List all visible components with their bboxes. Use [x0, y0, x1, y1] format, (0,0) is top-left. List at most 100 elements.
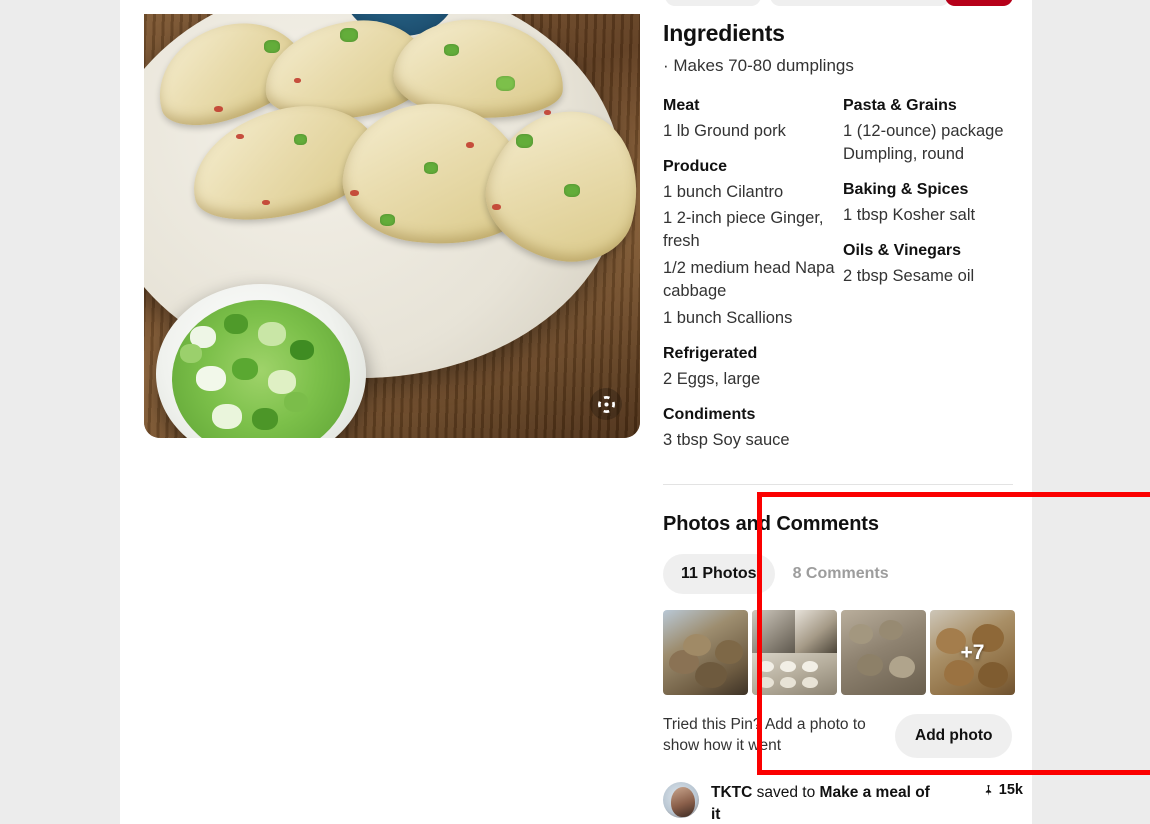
ingredients-section: Ingredients · Makes 70-80 dumplings Meat… — [663, 20, 1013, 452]
photos-and-comments-section: Photos and Comments 11 Photos 8 Comments — [663, 513, 1023, 758]
visual-search-icon[interactable] — [590, 388, 622, 420]
scallion-piece — [290, 340, 314, 360]
food-shape — [802, 660, 818, 672]
add-photo-cta: Tried this Pin? Add a photo to show how … — [663, 714, 1023, 758]
chili-flake — [294, 78, 301, 83]
photo-thumbnail-4[interactable]: +7 — [930, 610, 1015, 695]
tab-comments[interactable]: 8 Comments — [775, 554, 907, 594]
pinterest-pin-page: Ingredients · Makes 70-80 dumplings Meat… — [0, 0, 1150, 824]
food-shape — [758, 676, 774, 688]
ingredients-columns: Meat 1 lb Ground pork Produce 1 bunch Ci… — [663, 95, 1013, 452]
ingredient-group: Meat 1 lb Ground pork — [663, 95, 843, 143]
chili-flake — [544, 110, 551, 115]
scallion-piece — [284, 392, 308, 412]
ingredient-group-name: Meat — [663, 97, 700, 114]
saver-name[interactable]: TKTC — [711, 784, 752, 801]
scallion-garnish — [380, 214, 395, 226]
ingredient-item: 2 tbsp Sesame oil — [843, 267, 975, 286]
ingredient-group: Pasta & Grains 1 (12-ounce) package Dump… — [843, 95, 1013, 166]
chili-flake — [350, 190, 359, 196]
mini-photo — [752, 652, 837, 695]
photo-thumbnail-strip: +7 — [663, 610, 1023, 695]
save-button[interactable] — [945, 0, 1013, 6]
toolbar-pill-two[interactable] — [770, 0, 950, 6]
food-shape — [715, 640, 743, 664]
ingredient-group: Oils & Vinegars 2 tbsp Sesame oil — [843, 240, 1013, 288]
photos-and-comments-title: Photos and Comments — [663, 513, 879, 535]
scallion-garnish — [564, 184, 580, 197]
scallion-garnish — [294, 134, 307, 145]
food-shape — [780, 676, 796, 688]
scallion-piece — [196, 366, 226, 391]
food-shape — [780, 660, 796, 672]
scallion-garnish — [424, 162, 438, 174]
saver-action: saved to — [752, 784, 820, 801]
food-shape — [857, 654, 883, 676]
scallion-garnish — [496, 76, 515, 91]
saver-attribution-row: TKTC saved to Make a meal of it 15k — [663, 782, 1023, 824]
ingredient-item: 1 bunch Scallions — [663, 308, 793, 327]
food-shape — [879, 620, 903, 640]
ingredients-servings: · Makes 70-80 dumplings — [663, 56, 854, 75]
chili-flake — [466, 142, 474, 148]
scallion-garnish — [444, 44, 459, 56]
scallion-piece — [232, 358, 258, 380]
scallion-garnish — [516, 134, 533, 148]
chili-flake — [236, 134, 244, 139]
section-divider — [663, 484, 1013, 485]
add-photo-button[interactable]: Add photo — [895, 714, 1013, 758]
scallion-piece — [180, 344, 202, 363]
chopped-scallions — [172, 300, 350, 438]
ingredients-title: Ingredients — [663, 20, 785, 46]
mini-photo — [752, 610, 795, 653]
ingredient-group-name: Produce — [663, 158, 728, 176]
mini-photo — [794, 610, 837, 653]
ingredient-item: 1 bunch Cilantro — [663, 182, 784, 201]
tab-photos[interactable]: 11 Photos — [663, 554, 775, 594]
toolbar-pill-one[interactable] — [665, 0, 761, 6]
ingredients-column-right: Pasta & Grains 1 (12-ounce) package Dump… — [843, 95, 1013, 452]
scallion-garnish — [264, 40, 280, 53]
photos-comments-tabs: 11 Photos 8 Comments — [663, 554, 1023, 594]
ingredients-column-left: Meat 1 lb Ground pork Produce 1 bunch Ci… — [663, 95, 843, 452]
scallion-piece — [258, 322, 286, 346]
ingredient-group-name: Baking & Spices — [843, 181, 969, 199]
ingredient-group: Baking & Spices 1 tbsp Kosher salt — [843, 179, 1013, 227]
photo-thumbnail-2[interactable] — [752, 610, 837, 695]
pin-hero-image[interactable] — [144, 14, 640, 438]
avatar-face — [671, 787, 695, 817]
food-shape — [849, 624, 873, 644]
food-shape — [802, 676, 818, 688]
food-shape — [758, 660, 774, 672]
scallion-piece — [252, 408, 278, 430]
ingredient-group-name: Oils & Vinegars — [843, 242, 961, 260]
food-shape — [683, 634, 711, 656]
ingredient-item: 2 Eggs, large — [663, 369, 761, 388]
photo-thumbnail-1[interactable] — [663, 610, 748, 695]
ingredient-group-name: Pasta & Grains — [843, 97, 957, 114]
food-shape — [695, 662, 727, 688]
add-photo-prompt: Tried this Pin? Add a photo to show how … — [663, 716, 866, 754]
pushpin-icon — [985, 784, 992, 796]
ingredient-group: Refrigerated 2 Eggs, large — [663, 343, 843, 391]
ingredient-item: 1 2-inch piece Ginger, fresh — [663, 209, 824, 251]
avatar[interactable] — [663, 782, 699, 818]
photo-thumbnail-3[interactable] — [841, 610, 926, 695]
chili-flake — [262, 200, 270, 205]
ingredient-group: Condiments 3 tbsp Soy sauce — [663, 404, 843, 452]
scallion-garnish — [340, 28, 358, 42]
pin-content-card: Ingredients · Makes 70-80 dumplings Meat… — [120, 0, 1150, 824]
ingredient-item: 1/2 medium head Napa cabbage — [663, 258, 835, 301]
top-toolbar-fragment — [120, 0, 1032, 6]
photo-overflow-count[interactable]: +7 — [930, 610, 1015, 695]
ingredient-group-name: Condiments — [663, 406, 756, 424]
saver-text: TKTC saved to Make a meal of it — [711, 782, 939, 824]
food-shape — [889, 656, 915, 678]
ingredient-group: Produce 1 bunch Cilantro 1 2-inch piece … — [663, 156, 843, 330]
ingredient-item: 3 tbsp Soy sauce — [663, 430, 790, 449]
scallion-piece — [268, 370, 296, 394]
chili-flake — [492, 204, 501, 210]
chili-flake — [214, 106, 223, 112]
save-count: 15k — [998, 782, 1023, 798]
ingredient-item: 1 lb Ground pork — [663, 121, 786, 140]
